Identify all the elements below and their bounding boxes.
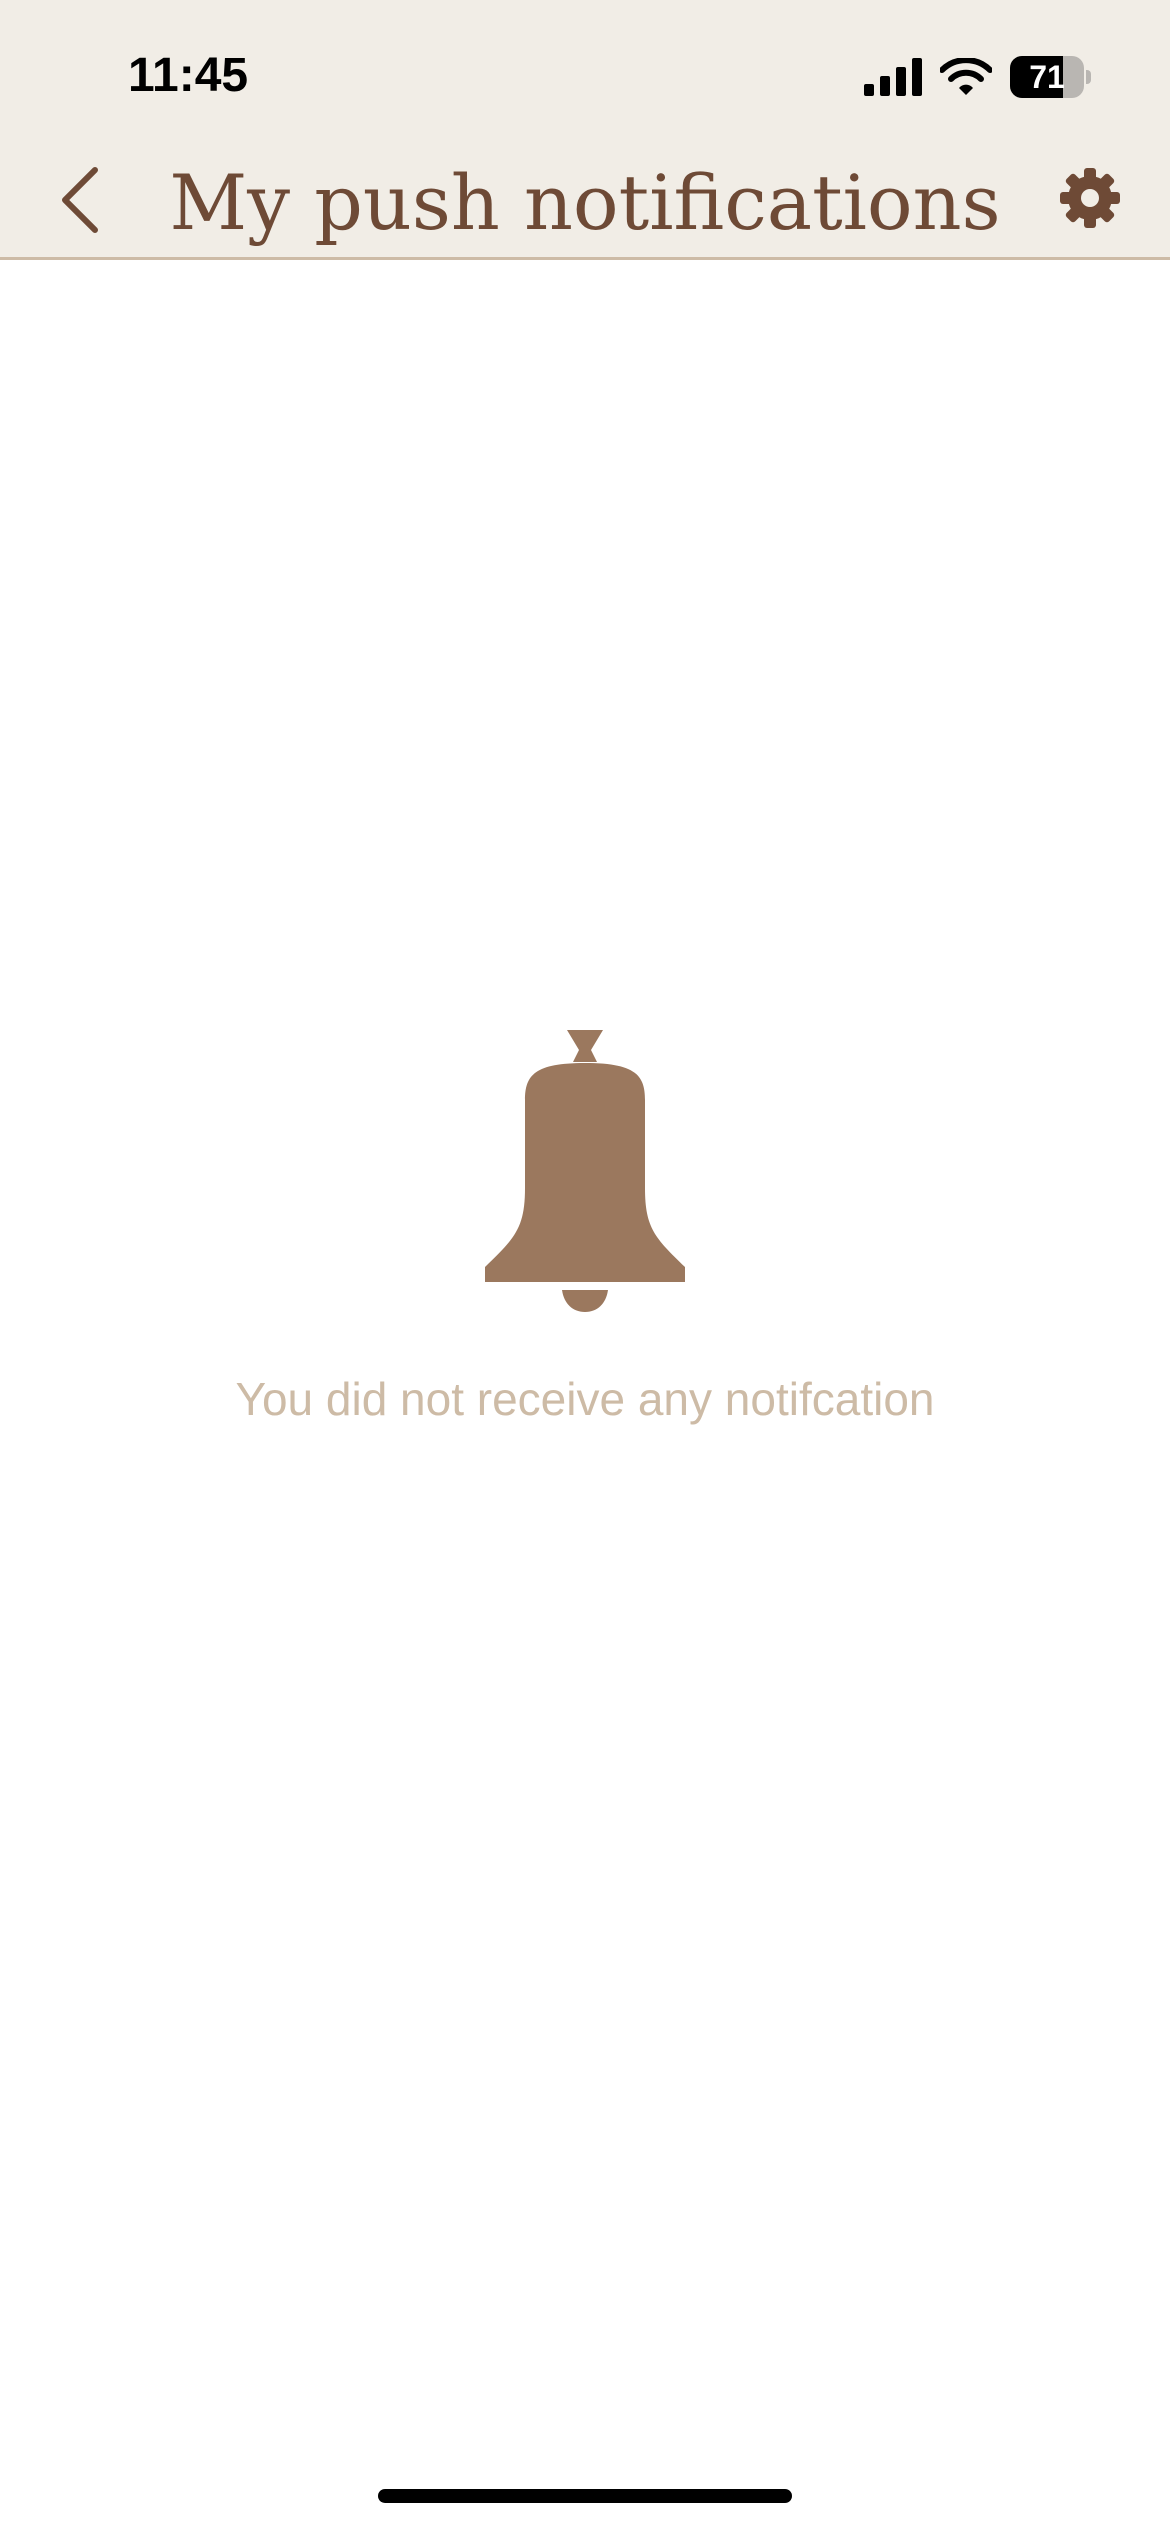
battery-level: 71	[1029, 59, 1065, 95]
home-indicator[interactable]	[378, 2489, 792, 2503]
app-header: 11:45 71 My push notifications	[0, 0, 1170, 260]
bell-icon	[485, 1030, 685, 1312]
empty-state-message: You did not receive any notifcation	[235, 1373, 935, 1425]
status-time: 11:45	[128, 49, 249, 102]
empty-state: You did not receive any notifcation	[0, 1030, 1170, 1426]
chevron-left-icon	[62, 167, 98, 233]
wifi-icon	[940, 58, 992, 95]
battery-icon: 71	[1010, 56, 1091, 98]
settings-button[interactable]	[1050, 158, 1130, 238]
cellular-signal-icon	[864, 58, 922, 96]
page-title: My push notifications	[169, 158, 1001, 247]
status-icons: 71	[864, 52, 1091, 102]
gear-icon	[1060, 168, 1120, 228]
back-button[interactable]	[40, 150, 120, 250]
